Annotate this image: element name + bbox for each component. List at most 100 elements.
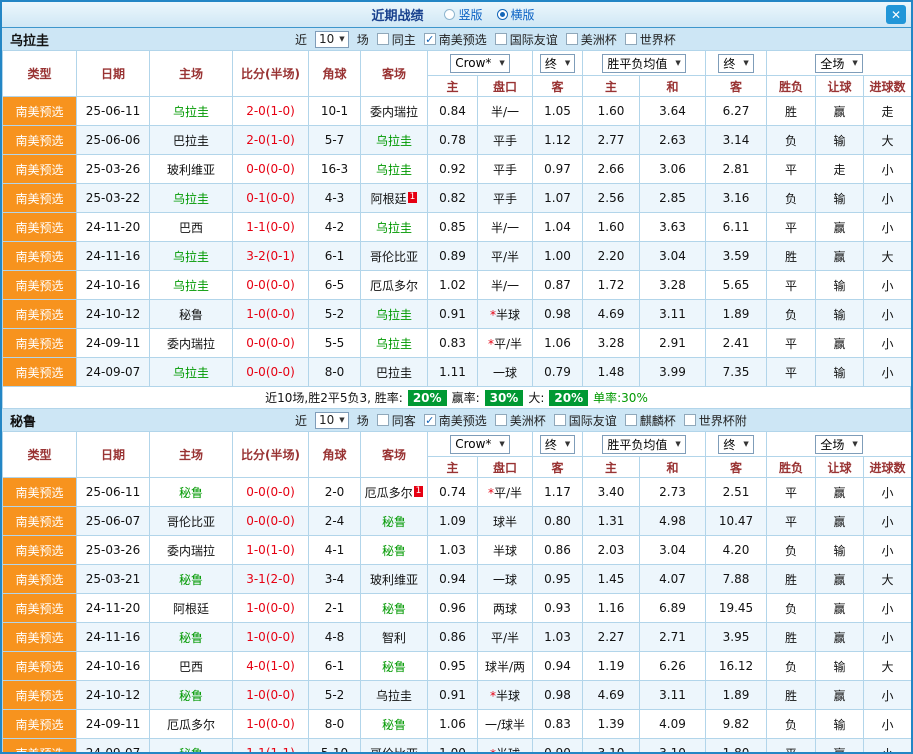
results-table: 类型 日期 主场 比分(半场) 角球 客场 Crow* ▼ 终 ▼ 胜平负均值 ▼ 终 ▼ 全场 ▼ 主盘口客主… (2, 50, 911, 387)
away-team-name: 智利 (381, 630, 406, 645)
layout-option-horizontal[interactable]: 横版 (496, 6, 535, 23)
filter-checkbox[interactable]: 美洲杯 (565, 31, 617, 48)
filter-checkbox[interactable]: 世界杯 (624, 31, 676, 48)
match-row: 南美预选 25-06-06 巴拉圭 2-0(1-0) 5-7 乌拉圭 0.78 平手 1.12 2… (2, 125, 911, 155)
avg-1x2-dropdown[interactable]: 胜平负均值 ▼ (602, 434, 686, 454)
avg-draw-cell: 3.11 (639, 299, 707, 329)
column-subheader: 胜负 (766, 75, 817, 97)
handicap-result-cell: 赢 (815, 680, 865, 710)
handicap-result-cell: 输 (815, 535, 865, 565)
score-cell: 1-1(1-1) (232, 738, 309, 752)
match-row: 南美预选 24-11-16 乌拉圭 3-2(0-1) 6-1 哥伦比亚 0.89 平/半 1.0… (2, 241, 911, 271)
away-team-name: 委内瑞拉 (369, 104, 418, 119)
chevron-down-icon: ▼ (852, 440, 858, 448)
odds-away-cell: 0.90 (532, 738, 584, 752)
layout-option-vertical[interactable]: 竖版 (444, 6, 483, 23)
avg-draw-cell: 2.73 (639, 477, 707, 507)
result-cell: 负 (766, 183, 817, 213)
filter-checkbox[interactable]: 同主 (376, 31, 416, 48)
away-team-cell: 秘鲁 (360, 506, 428, 536)
home-team-name: 乌拉圭 (172, 365, 209, 380)
filter-checkbox[interactable]: 国际友谊 (494, 31, 558, 48)
handicap-line-cell: 半球 (476, 535, 534, 565)
layout-option-label: 横版 (510, 8, 535, 22)
fulltime-dropdown[interactable]: 全场 ▼ (815, 434, 863, 454)
match-type-cell: 南美预选 (2, 96, 77, 126)
odds-away-cell: 0.79 (532, 357, 584, 387)
filter-checkbox[interactable]: 同客 (376, 412, 416, 429)
handicap-line-cell: 球半 (476, 506, 534, 536)
handicap-line-cell: *半球 (476, 299, 534, 329)
corner-cell: 5-2 (308, 680, 361, 710)
odds-away-cell: 1.04 (532, 212, 584, 242)
match-type-cell: 南美预选 (2, 183, 77, 213)
odds-provider-dropdown[interactable]: Crow* ▼ (450, 53, 510, 73)
avg-away-cell: 16.12 (705, 651, 768, 681)
home-team-name: 委内瑞拉 (166, 543, 215, 558)
column-header: 日期 (76, 50, 150, 97)
filter-label: 国际友谊 (509, 32, 558, 47)
column-subheader: 客 (532, 456, 584, 478)
filter-label: 南美预选 (438, 413, 487, 428)
score-cell: 1-0(0-0) (232, 680, 309, 710)
filter-checkbox[interactable]: 麒麟杯 (624, 412, 676, 429)
home-team-cell: 乌拉圭 (149, 183, 233, 213)
fulltime-dropdown[interactable]: 全场 ▼ (815, 53, 863, 73)
odds-home-cell: 0.86 (427, 622, 478, 652)
column-header: 日期 (76, 431, 150, 478)
away-team-cell: 哥伦比亚 (360, 241, 428, 271)
handicap-line-cell: 球半/两 (476, 651, 534, 681)
handicap-result-cell: 赢 (815, 593, 865, 623)
recent-count-select[interactable]: 10 ▼ (315, 411, 349, 429)
avg-draw-cell: 3.63 (639, 212, 707, 242)
filter-checkbox[interactable]: ✓ 南美预选 (423, 31, 487, 48)
dropdown-value: 终 (544, 56, 557, 71)
goal-result-cell: 小 (863, 357, 911, 387)
odds-home-cell: 0.84 (427, 96, 478, 126)
recent-count-select[interactable]: 10 ▼ (315, 30, 349, 48)
column-subheader: 主 (582, 75, 641, 97)
match-row: 南美预选 24-10-16 乌拉圭 0-0(0-0) 6-5 厄瓜多尔 1.02 半/一 0.8… (2, 270, 911, 300)
match-type-cell: 南美预选 (2, 680, 77, 710)
avg-1x2-dropdown[interactable]: 胜平负均值 ▼ (602, 53, 686, 73)
column-subheader: 客 (705, 75, 768, 97)
odds-home-cell: 0.96 (427, 593, 478, 623)
result-cell: 胜 (766, 96, 817, 126)
avg-draw-cell: 4.98 (639, 506, 707, 536)
team-section: 乌拉圭近 10 ▼ 场同主 ✓ 南美预选 国际友谊 美洲杯 世界杯 类型 日期 主场 比分(半场) 角球客… (2, 28, 911, 409)
filter-checkbox[interactable]: ✓ 南美预选 (423, 412, 487, 429)
match-row: 南美预选 25-03-22 乌拉圭 0-1(0-0) 4-3 阿根廷 1 0.82 平手 1.07… (2, 183, 911, 213)
filter-checkbox[interactable]: 国际友谊 (553, 412, 617, 429)
close-button[interactable]: ✕ (886, 5, 906, 24)
final-odds-dropdown[interactable]: 终 ▼ (539, 434, 576, 454)
dropdown-value: 全场 (820, 56, 845, 71)
final-avg-dropdown[interactable]: 终 ▼ (718, 434, 754, 454)
away-team-cell: 秘鲁 (360, 535, 428, 565)
chevron-down-icon: ▼ (852, 59, 858, 67)
filter-checkbox[interactable]: 世界杯附 (683, 412, 747, 429)
result-cell: 平 (766, 357, 817, 387)
handicap-line-cell: 平手 (476, 183, 534, 213)
final-avg-dropdown[interactable]: 终 ▼ (718, 53, 754, 73)
odds-away-cell: 0.98 (532, 299, 584, 329)
goal-result-cell: 大 (863, 241, 911, 271)
avg-away-cell: 4.20 (705, 535, 768, 565)
odds-home-cell: 0.91 (427, 299, 478, 329)
final-odds-dropdown[interactable]: 终 ▼ (539, 53, 576, 73)
filter-checkbox[interactable]: 美洲杯 (494, 412, 546, 429)
goal-result-cell: 小 (863, 680, 911, 710)
goal-result-cell: 小 (863, 593, 911, 623)
checkbox-icon: ✓ (423, 32, 436, 46)
match-type-cell: 南美预选 (2, 535, 77, 565)
home-team-cell: 秘鲁 (149, 680, 233, 710)
score-cell: 0-0(0-0) (232, 328, 309, 358)
odds-provider-dropdown[interactable]: Crow* ▼ (450, 434, 510, 454)
match-date: 25-06-07 (76, 506, 150, 536)
handicap-line-cell: 半/一 (476, 270, 534, 300)
handicap-text: 半球 (496, 746, 521, 754)
avg-draw-cell: 2.63 (639, 125, 707, 155)
handicap-line-cell: 两球 (476, 593, 534, 623)
chevron-down-icon: ▼ (499, 59, 505, 67)
result-cell: 胜 (766, 241, 817, 271)
away-team-cell: 智利 (360, 622, 428, 652)
